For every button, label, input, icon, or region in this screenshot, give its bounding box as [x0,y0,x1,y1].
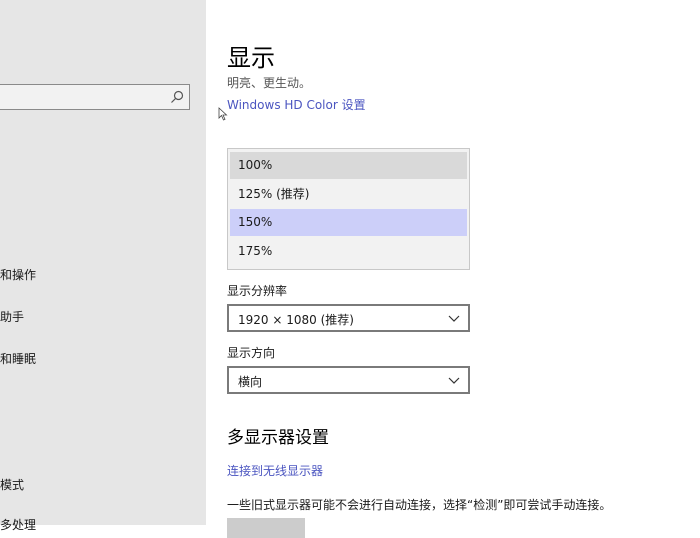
search-icon[interactable] [169,89,185,105]
detect-button[interactable] [227,518,305,538]
scale-option-100[interactable]: 100% [230,152,467,179]
orientation-select[interactable]: 横向 [227,366,470,394]
hd-color-settings-link[interactable]: Windows HD Color 设置 [227,96,366,113]
scale-dropdown-list[interactable]: 100% 125% (推荐) 150% 175% [227,148,470,270]
orientation-value: 横向 [238,375,263,389]
sidebar-item-power-actions[interactable]: 和操作 [0,266,36,283]
mouse-cursor-icon [218,107,228,121]
search-input[interactable] [0,84,190,110]
resolution-select[interactable]: 1920 × 1080 (推荐) [227,304,470,332]
scale-option-150[interactable]: 150% [230,209,467,236]
scale-option-125[interactable]: 125% (推荐) [230,181,467,208]
page-title: 显示 [227,44,275,72]
chevron-down-icon [448,315,460,322]
resolution-label: 显示分辨率 [227,284,288,298]
connect-wireless-display-link[interactable]: 连接到无线显示器 [227,462,323,479]
orientation-label: 显示方向 [227,346,276,360]
sidebar-item-sleep[interactable]: 和睡眠 [0,350,36,367]
detect-note: 一些旧式显示器可能不会进行自动连接，选择“检测”即可尝试手动连接。 [227,498,612,512]
sidebar-item-mode[interactable]: 模式 [0,476,24,493]
multi-display-title: 多显示器设置 [227,428,329,448]
sidebar: 和操作 助手 和睡眠 模式 多处理 [0,0,206,532]
page-subtitle: 明亮、更生动。 [227,76,312,90]
chevron-down-icon [448,377,460,384]
scale-option-175[interactable]: 175% [230,238,467,265]
sidebar-item-assistant[interactable]: 助手 [0,308,24,325]
resolution-value: 1920 × 1080 (推荐) [238,313,354,327]
